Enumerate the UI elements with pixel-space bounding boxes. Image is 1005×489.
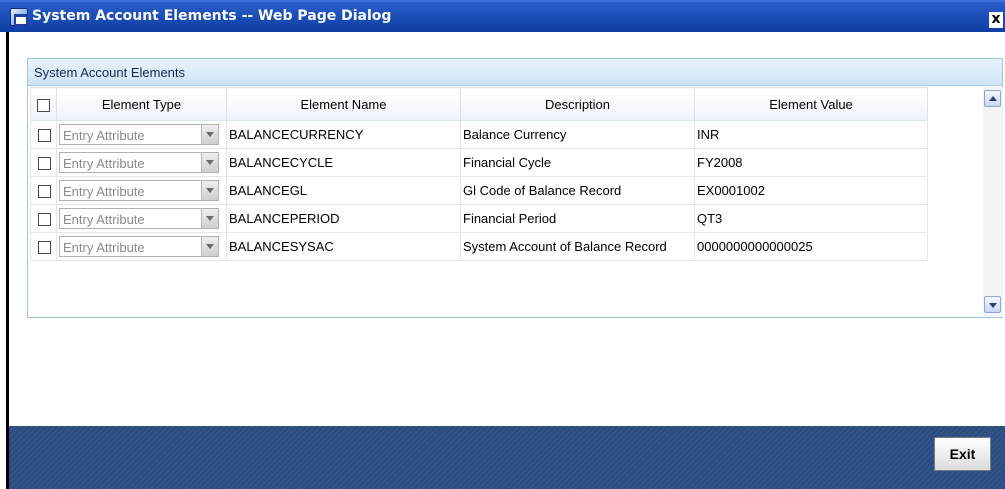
row-checkbox[interactable]	[38, 213, 51, 227]
table-row: Entry Attribute BALANCEPERIOD Financial …	[30, 204, 928, 233]
close-button[interactable]: x	[989, 12, 1003, 28]
vertical-scrollbar[interactable]	[983, 87, 1003, 317]
element-type-value: Entry Attribute	[63, 212, 145, 227]
element-type-cell: Entry Attribute	[56, 120, 227, 149]
dropdown-arrow-icon[interactable]	[201, 209, 218, 228]
row-checkbox-cell	[30, 176, 57, 205]
select-all-cell	[30, 87, 57, 121]
scroll-up-icon[interactable]	[984, 90, 1001, 107]
column-header-element-name[interactable]: Element Name	[226, 87, 461, 121]
description-cell: Financial Period	[460, 204, 695, 233]
table-row: Entry Attribute BALANCECYCLE Financial C…	[30, 148, 928, 177]
row-checkbox[interactable]	[38, 241, 51, 255]
element-value-cell: FY2008	[694, 148, 928, 177]
element-type-cell: Entry Attribute	[56, 204, 227, 233]
element-value-cell: INR	[694, 120, 928, 149]
dropdown-arrow-icon[interactable]	[201, 181, 218, 200]
system-account-elements-panel: System Account Elements Element Type Ele…	[27, 58, 1003, 318]
description-cell: Balance Currency	[460, 120, 695, 149]
grid-area: Element Type Element Name Description El…	[30, 87, 982, 315]
dialog-content: System Account Elements Element Type Ele…	[9, 32, 1005, 426]
row-checkbox[interactable]	[38, 185, 51, 199]
elements-table: Element Type Element Name Description El…	[30, 87, 928, 261]
element-type-cell: Entry Attribute	[56, 176, 227, 205]
row-checkbox-cell	[30, 148, 57, 177]
dropdown-arrow-icon[interactable]	[201, 237, 218, 256]
row-checkbox-cell	[30, 120, 57, 149]
title-bar: System Account Elements -- Web Page Dial…	[0, 0, 1005, 32]
element-type-select[interactable]: Entry Attribute	[59, 152, 219, 173]
dialog-footer: Exit	[9, 426, 1005, 489]
element-name-cell: BALANCESYSAC	[226, 232, 461, 261]
element-value-cell: EX0001002	[694, 176, 928, 205]
row-checkbox-cell	[30, 232, 57, 261]
element-name-cell: BALANCECYCLE	[226, 148, 461, 177]
exit-button[interactable]: Exit	[934, 437, 991, 471]
element-name-cell: BALANCEGL	[226, 176, 461, 205]
description-cell: Financial Cycle	[460, 148, 695, 177]
window-title: System Account Elements -- Web Page Dial…	[32, 8, 392, 24]
column-header-element-type[interactable]: Element Type	[56, 87, 227, 121]
element-value-cell: QT3	[694, 204, 928, 233]
table-row: Entry Attribute BALANCEGL Gl Code of Bal…	[30, 176, 928, 205]
dropdown-arrow-icon[interactable]	[201, 153, 218, 172]
column-header-element-value[interactable]: Element Value	[694, 87, 928, 121]
element-type-cell: Entry Attribute	[56, 148, 227, 177]
ie-window-icon	[10, 8, 28, 26]
row-checkbox-cell	[30, 204, 57, 233]
dropdown-arrow-icon[interactable]	[201, 125, 218, 144]
panel-title: System Account Elements	[28, 59, 1002, 86]
description-cell: System Account of Balance Record	[460, 232, 695, 261]
element-type-select[interactable]: Entry Attribute	[59, 180, 219, 201]
element-type-value: Entry Attribute	[63, 184, 145, 199]
element-type-select[interactable]: Entry Attribute	[59, 236, 219, 257]
table-row: Entry Attribute BALANCECURRENCY Balance …	[30, 120, 928, 149]
column-header-description[interactable]: Description	[460, 87, 695, 121]
select-all-checkbox[interactable]	[37, 98, 50, 112]
table-header-row: Element Type Element Name Description El…	[30, 87, 928, 121]
element-type-select[interactable]: Entry Attribute	[59, 208, 219, 229]
description-cell: Gl Code of Balance Record	[460, 176, 695, 205]
element-type-cell: Entry Attribute	[56, 232, 227, 261]
element-type-select[interactable]: Entry Attribute	[59, 124, 219, 145]
element-name-cell: BALANCEPERIOD	[226, 204, 461, 233]
row-checkbox[interactable]	[38, 157, 51, 171]
element-type-value: Entry Attribute	[63, 240, 145, 255]
element-type-value: Entry Attribute	[63, 156, 145, 171]
element-value-cell: 0000000000000025	[694, 232, 928, 261]
table-row: Entry Attribute BALANCESYSAC System Acco…	[30, 232, 928, 261]
element-name-cell: BALANCECURRENCY	[226, 120, 461, 149]
element-type-value: Entry Attribute	[63, 128, 145, 143]
row-checkbox[interactable]	[38, 129, 51, 143]
scroll-down-icon[interactable]	[984, 296, 1001, 313]
